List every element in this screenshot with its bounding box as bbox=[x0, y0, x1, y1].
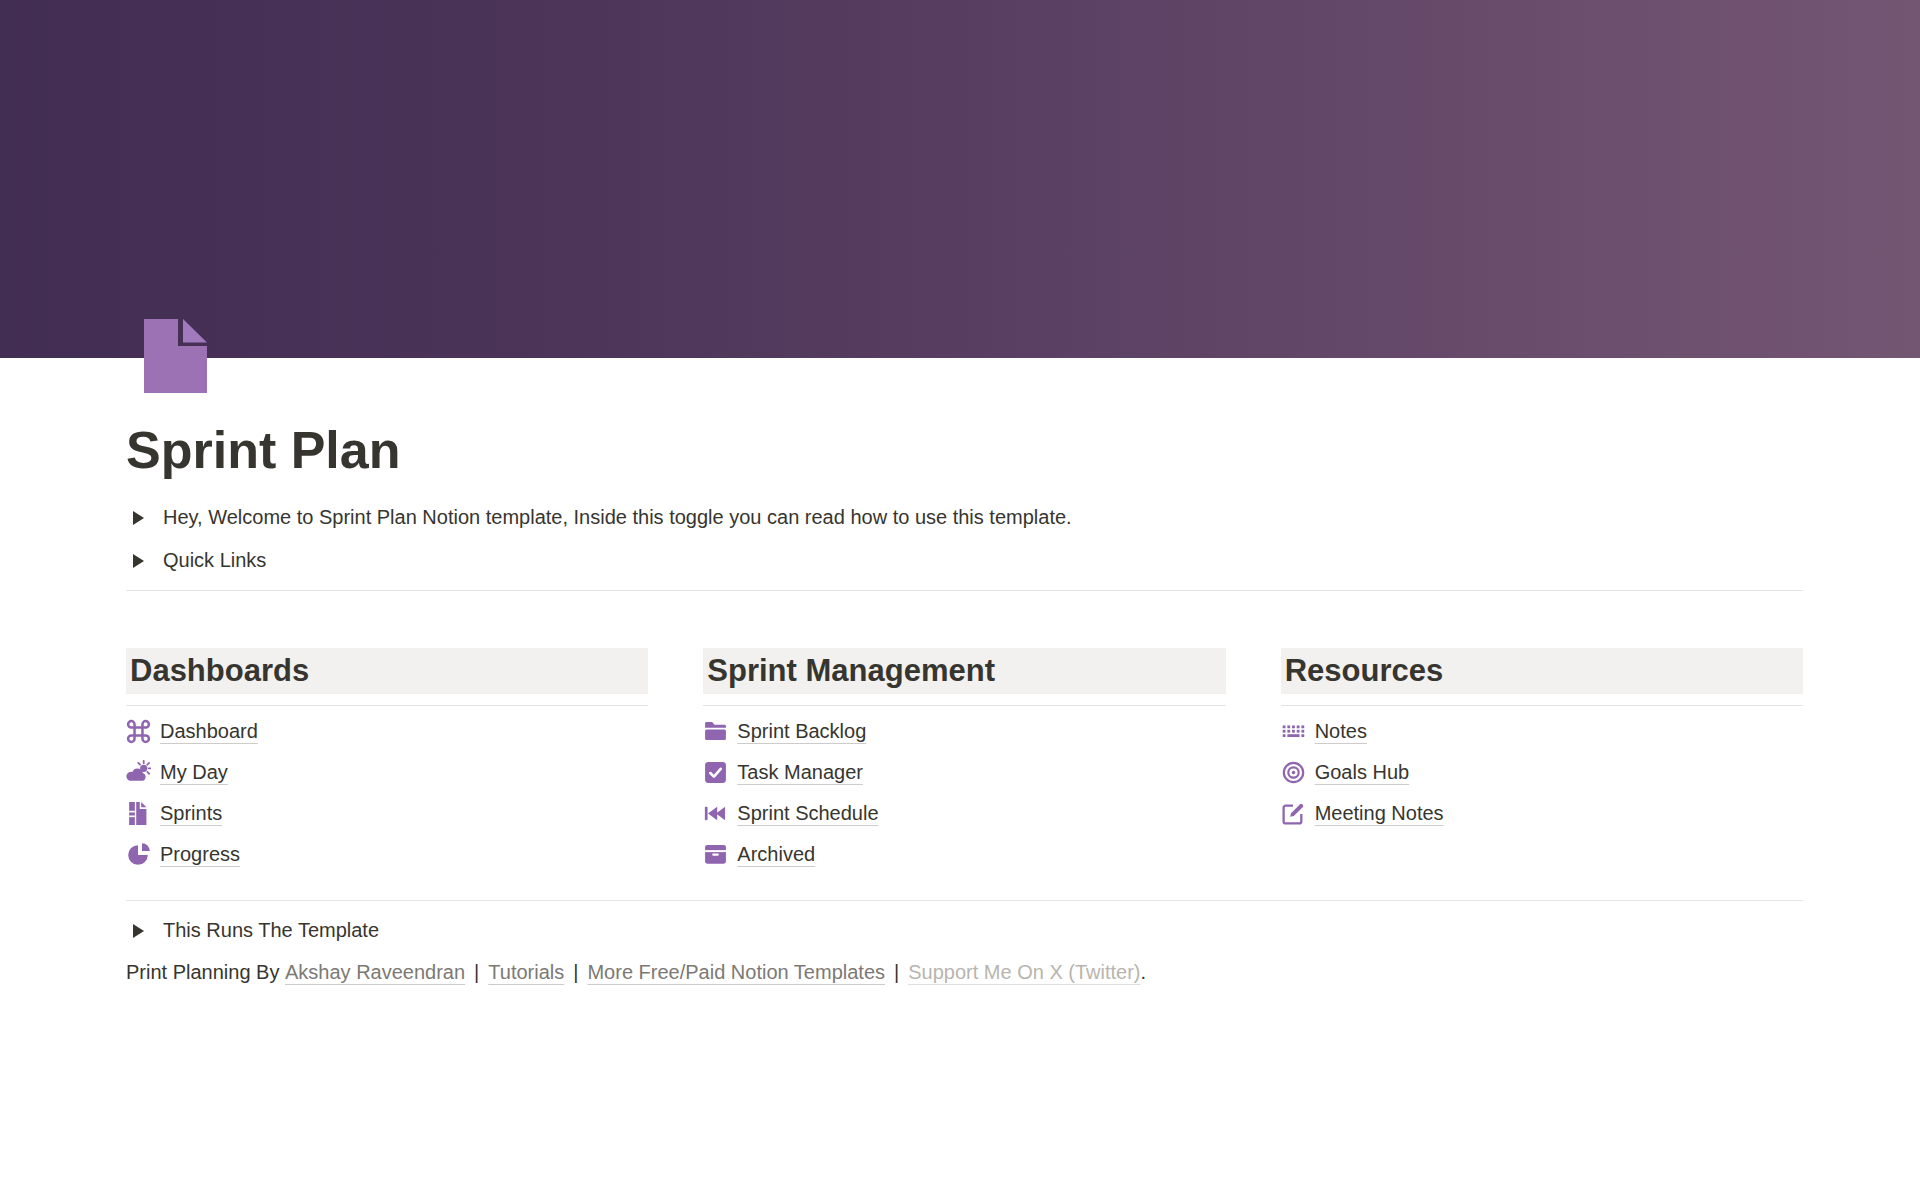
footer-link-support[interactable]: Support Me On X (Twitter) bbox=[908, 961, 1140, 984]
footer-separator: | bbox=[474, 961, 479, 984]
divider bbox=[126, 900, 1803, 901]
archive-icon bbox=[703, 842, 728, 867]
footer-credits: Print Planning By Akshay Raveendran | Tu… bbox=[126, 960, 1810, 984]
footer-period: . bbox=[1141, 961, 1147, 984]
checkbox-icon bbox=[703, 760, 728, 785]
command-icon bbox=[126, 719, 151, 744]
divider bbox=[126, 590, 1803, 591]
target-icon bbox=[1281, 760, 1306, 785]
edit-icon bbox=[1281, 801, 1306, 826]
folder-icon bbox=[703, 719, 728, 744]
toggle-triangle-icon[interactable] bbox=[126, 924, 163, 938]
column-heading-dashboards: Dashboards bbox=[126, 648, 648, 694]
toggle-triangle-icon[interactable] bbox=[126, 554, 163, 568]
toggle-runs-template[interactable]: This Runs The Template bbox=[126, 909, 1810, 952]
divider bbox=[126, 705, 648, 706]
link-columns: Dashboards Dashboard bbox=[126, 648, 1803, 875]
page-link-sprints[interactable]: Sprints bbox=[126, 793, 648, 834]
column-resources: Resources Notes bbox=[1281, 648, 1803, 875]
page-link-meeting-notes[interactable]: Meeting Notes bbox=[1281, 793, 1803, 834]
footer-link-tutorials[interactable]: Tutorials bbox=[488, 961, 564, 984]
page-link-notes[interactable]: Notes bbox=[1281, 711, 1803, 752]
column-dashboards: Dashboards Dashboard bbox=[126, 648, 648, 875]
page-link-goals-hub[interactable]: Goals Hub bbox=[1281, 752, 1803, 793]
rewind-icon bbox=[703, 801, 728, 826]
toggle-quick-links[interactable]: Quick Links bbox=[126, 539, 1810, 582]
footer-prefix: Print Planning By bbox=[126, 961, 285, 984]
page-link-progress[interactable]: Progress bbox=[126, 834, 648, 875]
keyboard-icon bbox=[1281, 719, 1306, 744]
page-link-sprint-backlog[interactable]: Sprint Backlog bbox=[703, 711, 1225, 752]
column-sprint-management: Sprint Management Sprint Backlog bbox=[703, 648, 1225, 875]
page-document-icon[interactable] bbox=[144, 315, 207, 393]
column-heading-sprint-management: Sprint Management bbox=[703, 648, 1225, 694]
sun-cloud-icon bbox=[126, 760, 151, 785]
page-link-sprint-schedule[interactable]: Sprint Schedule bbox=[703, 793, 1225, 834]
page-link-my-day[interactable]: My Day bbox=[126, 752, 648, 793]
page-link-dashboard[interactable]: Dashboard bbox=[126, 711, 648, 752]
footer-link-more-templates[interactable]: More Free/Paid Notion Templates bbox=[587, 961, 885, 984]
document-lines-icon bbox=[126, 801, 151, 826]
divider bbox=[1281, 705, 1803, 706]
pie-chart-icon bbox=[126, 842, 151, 867]
page-link-archived[interactable]: Archived bbox=[703, 834, 1225, 875]
toggle-triangle-icon[interactable] bbox=[126, 511, 163, 525]
footer-link-author[interactable]: Akshay Raveendran bbox=[285, 961, 465, 984]
footer-separator: | bbox=[573, 961, 578, 984]
footer-separator: | bbox=[894, 961, 899, 984]
page-link-task-manager[interactable]: Task Manager bbox=[703, 752, 1225, 793]
divider bbox=[703, 705, 1225, 706]
page-title: Sprint Plan bbox=[126, 420, 1810, 480]
toggle-welcome[interactable]: Hey, Welcome to Sprint Plan Notion templ… bbox=[126, 496, 1810, 539]
column-heading-resources: Resources bbox=[1281, 648, 1803, 694]
page-cover bbox=[0, 0, 1920, 358]
